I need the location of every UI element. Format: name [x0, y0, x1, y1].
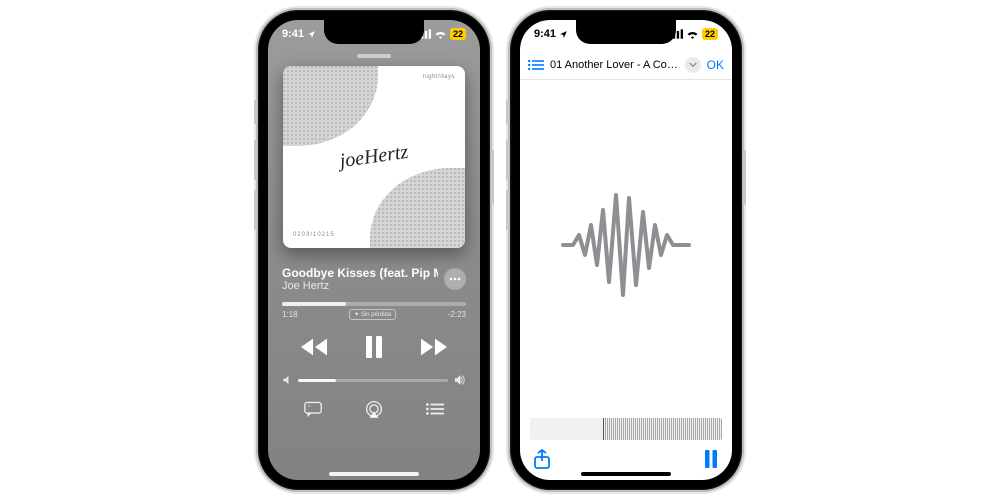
- queue-button[interactable]: [424, 398, 446, 420]
- track-title: Goodbye Kisses (feat. Pip Millett: [282, 266, 438, 280]
- album-bottom-text: 0203/10215: [293, 232, 335, 238]
- lyrics-button[interactable]: ": [302, 398, 324, 420]
- volume-low-icon: [282, 375, 292, 385]
- phone-frame-left: 9:41 22 night/days joeHe: [258, 10, 490, 490]
- time-remaining: -2:23: [448, 310, 466, 319]
- phone-side-button: [506, 190, 509, 230]
- phone-frame-right: 9:41 22 01 Another Lover - A Colors S...: [510, 10, 742, 490]
- location-icon: [307, 30, 316, 39]
- track-info: Goodbye Kisses (feat. Pip Millett Joe He…: [282, 266, 438, 292]
- pause-button[interactable]: [359, 332, 389, 362]
- phone-side-button: [506, 140, 509, 180]
- phone-side-button: [254, 190, 257, 230]
- album-signature: joeHertz: [338, 141, 409, 173]
- phone-side-button: [254, 100, 257, 124]
- album-top-text: night/days: [423, 74, 455, 80]
- time-elapsed: 1:18: [282, 310, 298, 319]
- more-button[interactable]: [444, 268, 466, 290]
- location-icon: [559, 30, 568, 39]
- wifi-icon: [434, 29, 447, 39]
- chevron-down-icon[interactable]: [685, 57, 701, 73]
- waveform-area: [520, 80, 732, 410]
- scrubber[interactable]: [530, 418, 722, 440]
- phone-notch: [324, 20, 424, 44]
- list-icon[interactable]: [528, 59, 544, 71]
- file-header: 01 Another Lover - A Colors S... OK: [520, 50, 732, 80]
- file-title: 01 Another Lover - A Colors S...: [550, 59, 679, 71]
- status-time: 9:41: [534, 28, 556, 40]
- sheet-grabber[interactable]: [357, 54, 391, 58]
- next-button[interactable]: [419, 332, 449, 362]
- phone-side-button: [506, 100, 509, 124]
- home-indicator[interactable]: [581, 472, 671, 476]
- home-indicator[interactable]: [329, 472, 419, 476]
- ok-button[interactable]: OK: [707, 58, 724, 72]
- volume-slider[interactable]: [282, 374, 466, 386]
- time-slider[interactable]: 1:18 ✦ Sin pérdida -2:23: [282, 302, 466, 320]
- album-art[interactable]: night/days joeHertz 0203/10215: [283, 66, 465, 248]
- phone-notch: [576, 20, 676, 44]
- wifi-icon: [686, 29, 699, 39]
- music-player-screen: 9:41 22 night/days joeHe: [268, 20, 480, 480]
- volume-high-icon: [454, 374, 466, 386]
- audio-preview-screen: 9:41 22 01 Another Lover - A Colors S...: [520, 20, 732, 480]
- status-time: 9:41: [282, 28, 304, 40]
- airplay-button[interactable]: [363, 398, 385, 420]
- waveform-icon: [561, 190, 691, 300]
- battery-badge: 22: [702, 28, 718, 40]
- battery-badge: 22: [450, 28, 466, 40]
- pause-button[interactable]: [704, 450, 718, 468]
- phone-side-button: [491, 150, 494, 205]
- phone-side-button: [743, 150, 746, 205]
- share-button[interactable]: [534, 449, 550, 469]
- previous-button[interactable]: [299, 332, 329, 362]
- svg-text:": ": [308, 405, 311, 412]
- lossless-badge: ✦ Sin pérdida: [349, 309, 396, 320]
- track-artist: Joe Hertz: [282, 280, 438, 292]
- phone-side-button: [254, 140, 257, 180]
